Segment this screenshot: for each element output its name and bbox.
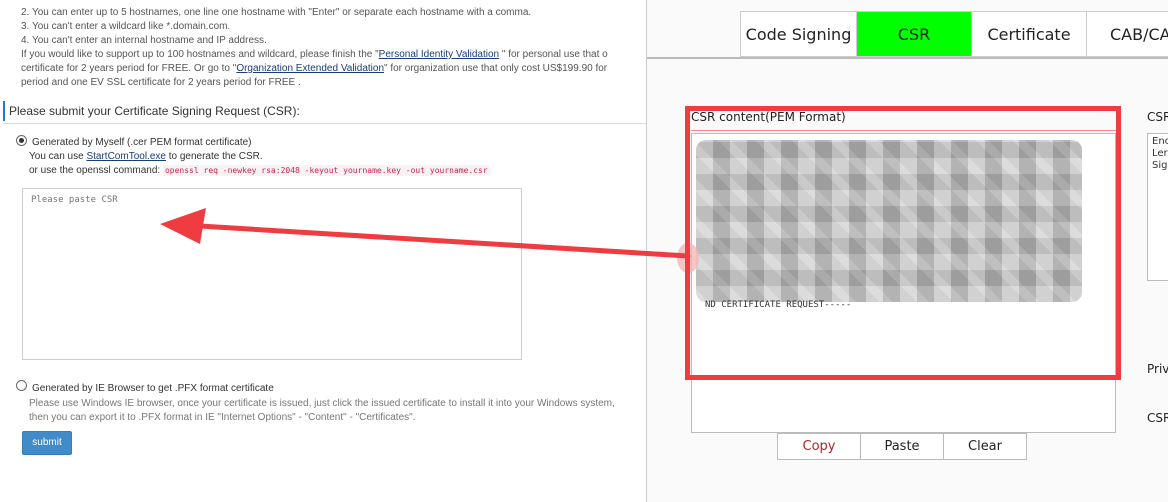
tab-divider bbox=[647, 57, 1168, 59]
support-text: " for personal use that o bbox=[499, 49, 608, 60]
side-info-line: Enc bbox=[1152, 136, 1168, 147]
side-csr-info-box[interactable]: Enc Ler Sig bbox=[1147, 133, 1168, 281]
startcomtool-link[interactable]: StartComTool.exe bbox=[86, 151, 165, 162]
tab-bar: Code Signing CSR Certificate CAB/CAT bbox=[740, 11, 1168, 57]
tab-certificate[interactable]: Certificate bbox=[971, 11, 1086, 57]
organization-extended-validation-link[interactable]: Organization Extended Validation bbox=[236, 63, 384, 74]
tab-csr[interactable]: CSR bbox=[856, 11, 971, 57]
support-text: If you would like to support up to 100 h… bbox=[21, 49, 379, 60]
clear-button[interactable]: Clear bbox=[943, 433, 1027, 460]
option-myself-openssl-line: or use the openssl command: openssl req … bbox=[29, 165, 490, 176]
section-title: Please submit your Certificate Signing R… bbox=[9, 104, 300, 118]
option-myself-text: to generate the CSR. bbox=[165, 151, 263, 162]
option-ie-label: Generated by IE Browser to get .PFX form… bbox=[32, 383, 274, 394]
openssl-text: or use the openssl command: bbox=[29, 165, 161, 176]
copy-button[interactable]: Copy bbox=[777, 433, 861, 460]
note-support-line1: If you would like to support up to 100 h… bbox=[21, 49, 608, 60]
side-csr-output-label: CSR bbox=[1147, 411, 1168, 425]
side-info-line: Ler bbox=[1152, 148, 1168, 159]
radio-generated-by-ie[interactable] bbox=[16, 380, 27, 391]
paste-button[interactable]: Paste bbox=[860, 433, 944, 460]
section-accent-bar bbox=[3, 101, 5, 121]
csr-tool-window: Code Signing CSR Certificate CAB/CAT CSR… bbox=[646, 0, 1168, 502]
side-csr-label: CSR bbox=[1147, 110, 1168, 124]
support-text: " for organization use that only cost US… bbox=[384, 63, 608, 74]
highlight-frame bbox=[685, 106, 1121, 380]
option-myself-tool-line: You can use StartComTool.exe to generate… bbox=[29, 151, 263, 162]
personal-identity-validation-link[interactable]: Personal Identity Validation bbox=[379, 49, 499, 60]
note-internal: 4. You can't enter an internal hostname … bbox=[21, 35, 267, 46]
radio-generated-by-myself[interactable] bbox=[16, 135, 27, 146]
csr-paste-textarea[interactable] bbox=[22, 188, 522, 360]
side-info-line: Sig bbox=[1152, 160, 1168, 171]
option-myself-label: Generated by Myself (.cer PEM format cer… bbox=[32, 137, 252, 148]
option-ie-line1: Please use Windows IE browser, once your… bbox=[29, 398, 615, 409]
side-private-key-label: Priv bbox=[1147, 362, 1168, 376]
tab-cab-cat[interactable]: CAB/CAT bbox=[1086, 11, 1168, 57]
submit-button[interactable]: submit bbox=[22, 431, 72, 455]
option-myself-text: You can use bbox=[29, 151, 87, 162]
note-support-line3: period and one EV SSL certificate for 2 … bbox=[21, 77, 301, 88]
option-ie-line2: then you can export it to .PFX format in… bbox=[29, 412, 416, 423]
section-divider bbox=[3, 123, 646, 124]
openssl-command: openssl req -newkey rsa:2048 -keyout you… bbox=[162, 165, 490, 176]
support-text: certificate for 2 years period for FREE.… bbox=[21, 63, 237, 74]
tab-code-signing[interactable]: Code Signing bbox=[740, 11, 856, 57]
certificate-request-form: 2. You can enter up to 5 hostnames, one … bbox=[0, 0, 646, 502]
note-support-line2: certificate for 2 years period for FREE.… bbox=[21, 63, 607, 74]
note-wildcard: 3. You can't enter a wildcard like *.dom… bbox=[21, 21, 231, 32]
note-hostnames: 2. You can enter up to 5 hostnames, one … bbox=[21, 7, 532, 18]
pem-button-row: Copy Paste Clear bbox=[777, 433, 1027, 460]
